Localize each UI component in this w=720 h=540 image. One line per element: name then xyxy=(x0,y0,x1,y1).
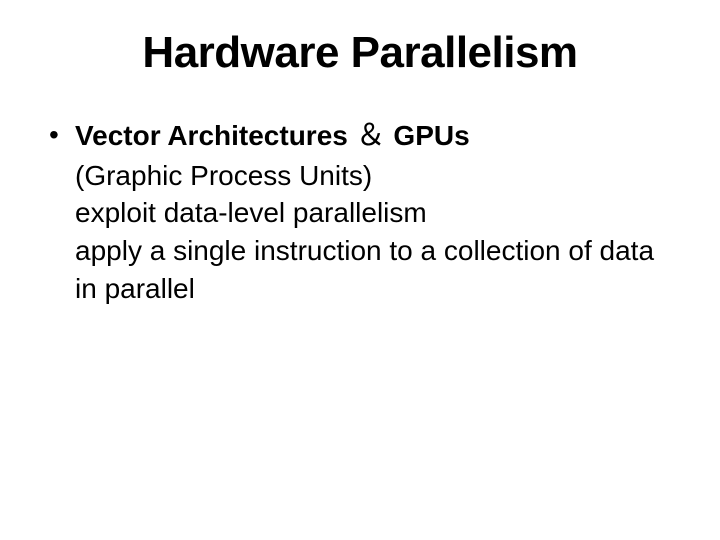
bullet-marker: • xyxy=(45,116,75,154)
bullet-headline-text: Vector Architectures ＆ GPUs xyxy=(75,116,675,157)
bullet-item: • Vector Architectures ＆ GPUs (Graphic P… xyxy=(45,116,675,308)
bullet-subline-2: exploit data-level parallelism xyxy=(45,194,675,232)
page-title: Hardware Parallelism xyxy=(45,28,675,78)
bullet-subline-1: (Graphic Process Units) xyxy=(45,157,675,195)
headline-part2: GPUs xyxy=(393,120,469,151)
bullet-subline-3: apply a single instruction to a collecti… xyxy=(45,232,675,308)
bullet-headline: • Vector Architectures ＆ GPUs xyxy=(45,116,675,157)
ampersand: ＆ xyxy=(356,119,386,152)
headline-part1: Vector Architectures xyxy=(75,120,348,151)
